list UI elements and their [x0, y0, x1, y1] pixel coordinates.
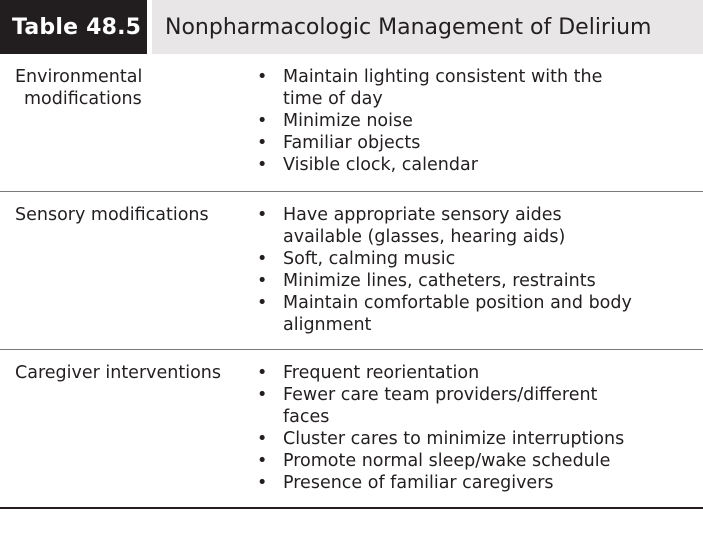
item-text-line: time of day [283, 89, 383, 109]
row-item-list: • Maintain lighting consistent with the … [257, 66, 697, 176]
item-text-line: Minimize noise [283, 111, 413, 131]
table-row: Caregiver interventions • Frequent reori… [0, 350, 703, 509]
row-label-line: Environmental [15, 67, 143, 87]
row-item-list: • Have appropriate sensory aides availab… [257, 204, 697, 336]
row-label: Caregiver interventions [15, 362, 245, 384]
bullet-icon: • [257, 363, 268, 383]
row-item-list: • Frequent reorientation • Fewer care te… [257, 362, 697, 494]
item-text-line: Fewer care team providers/different [283, 385, 598, 405]
item-text-line: Visible clock, calendar [283, 155, 478, 175]
item-text-line: Presence of familiar caregivers [283, 473, 554, 493]
list-item: • Have appropriate sensory aides availab… [257, 204, 697, 248]
row-label-line: Sensory modifications [15, 205, 209, 225]
item-text-line: Maintain lighting consistent with the [283, 67, 603, 87]
list-item: • Minimize noise [257, 110, 697, 132]
bullet-icon: • [257, 205, 268, 225]
row-label: Sensory modifications [15, 204, 245, 226]
table-number: Table 48.5 [0, 0, 147, 54]
item-text-line: alignment [283, 315, 372, 335]
item-text-line: Cluster cares to minimize interruptions [283, 429, 625, 449]
list-item: • Familiar objects [257, 132, 697, 154]
item-text-line: Minimize lines, catheters, restraints [283, 271, 596, 291]
bullet-icon: • [257, 133, 268, 153]
item-text-line: Maintain comfortable position and body [283, 293, 632, 313]
list-item: • Minimize lines, catheters, restraints [257, 270, 697, 292]
item-text-line: available (glasses, hearing aids) [283, 227, 566, 247]
item-text-line: Have appropriate sensory aides [283, 205, 562, 225]
bullet-icon: • [257, 155, 268, 175]
list-item: • Soft, calming music [257, 248, 697, 270]
bullet-icon: • [257, 293, 268, 313]
table-title: Nonpharmacologic Management of Delirium [152, 0, 703, 54]
bullet-icon: • [257, 67, 268, 87]
bullet-icon: • [257, 451, 268, 471]
list-item: • Presence of familiar caregivers [257, 472, 697, 494]
item-text-line: Soft, calming music [283, 249, 456, 269]
row-label-line: Caregiver interventions [15, 363, 222, 383]
list-item: • Maintain comfortable position and body… [257, 292, 697, 336]
bullet-icon: • [257, 249, 268, 269]
item-text-line: Familiar objects [283, 133, 421, 153]
item-text-line: Promote normal sleep/wake schedule [283, 451, 611, 471]
bullet-icon: • [257, 473, 268, 493]
list-item: • Frequent reorientation [257, 362, 697, 384]
item-text-line: faces [283, 407, 330, 427]
table-row: Environmental modifications • Maintain l… [0, 54, 703, 192]
bullet-icon: • [257, 385, 268, 405]
bullet-icon: • [257, 111, 268, 131]
bullet-icon: • [257, 429, 268, 449]
bullet-icon: • [257, 271, 268, 291]
table-header: Table 48.5 Nonpharmacologic Management o… [0, 0, 703, 54]
list-item: • Fewer care team providers/different fa… [257, 384, 697, 428]
list-item: • Maintain lighting consistent with the … [257, 66, 697, 110]
list-item: • Cluster cares to minimize interruption… [257, 428, 697, 450]
row-label: Environmental modifications [15, 66, 245, 110]
row-label-line: modifications [24, 89, 142, 109]
item-text-line: Frequent reorientation [283, 363, 480, 383]
list-item: • Promote normal sleep/wake schedule [257, 450, 697, 472]
list-item: • Visible clock, calendar [257, 154, 697, 176]
table-row: Sensory modifications • Have appropriate… [0, 192, 703, 350]
table-body: Environmental modifications • Maintain l… [0, 54, 703, 509]
